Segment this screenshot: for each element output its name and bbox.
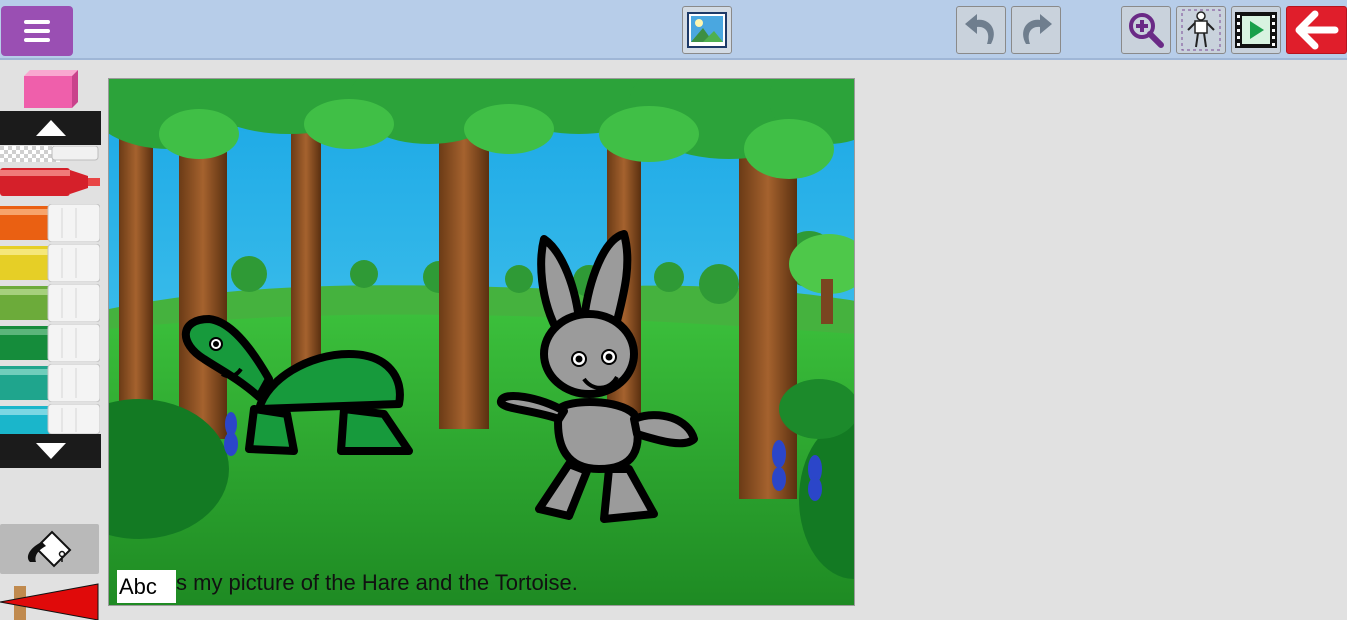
fill-tool-button[interactable] — [0, 524, 99, 574]
top-toolbar — [0, 0, 1347, 60]
marker-cyan[interactable] — [0, 404, 100, 434]
redo-button[interactable] — [1011, 6, 1061, 54]
character-pose-icon — [1181, 9, 1221, 51]
scroll-down-button[interactable] — [0, 434, 101, 468]
canvas-caption: s my picture of the Hare and the Tortois… — [176, 570, 578, 595]
eraser-icon[interactable] — [20, 68, 80, 110]
marker-transparent[interactable] — [0, 146, 100, 162]
marker-yellow[interactable] — [0, 244, 100, 282]
marker-orange[interactable] — [0, 204, 100, 242]
image-button[interactable] — [682, 6, 732, 54]
text-tool-box[interactable]: Abc — [117, 570, 176, 603]
scroll-up-button[interactable] — [0, 111, 101, 145]
marker-teal[interactable] — [0, 364, 100, 402]
undo-icon — [965, 14, 994, 44]
forest-scene — [109, 79, 854, 605]
marker-red[interactable] — [0, 162, 100, 202]
menu-button[interactable] — [1, 6, 73, 56]
play-movie-icon — [1235, 12, 1277, 48]
marker-light-green[interactable] — [0, 284, 100, 322]
zoom-button[interactable] — [1121, 6, 1171, 54]
picture-icon — [687, 12, 727, 48]
marker-green[interactable] — [0, 324, 100, 362]
play-movie-button[interactable] — [1231, 6, 1281, 54]
brush-size-icon[interactable] — [0, 582, 100, 620]
undo-button[interactable] — [956, 6, 1006, 54]
character-button[interactable] — [1176, 6, 1226, 54]
paint-bucket-icon — [27, 530, 71, 568]
arrow-up-icon — [35, 120, 66, 136]
back-arrow-icon — [1295, 10, 1338, 50]
tool-palette — [0, 62, 105, 620]
back-button[interactable] — [1286, 6, 1347, 54]
zoom-in-icon — [1129, 13, 1164, 48]
hamburger-menu-icon — [24, 20, 50, 42]
arrow-down-icon — [35, 443, 66, 459]
redo-icon — [1023, 14, 1052, 44]
drawing-canvas[interactable] — [108, 78, 855, 606]
